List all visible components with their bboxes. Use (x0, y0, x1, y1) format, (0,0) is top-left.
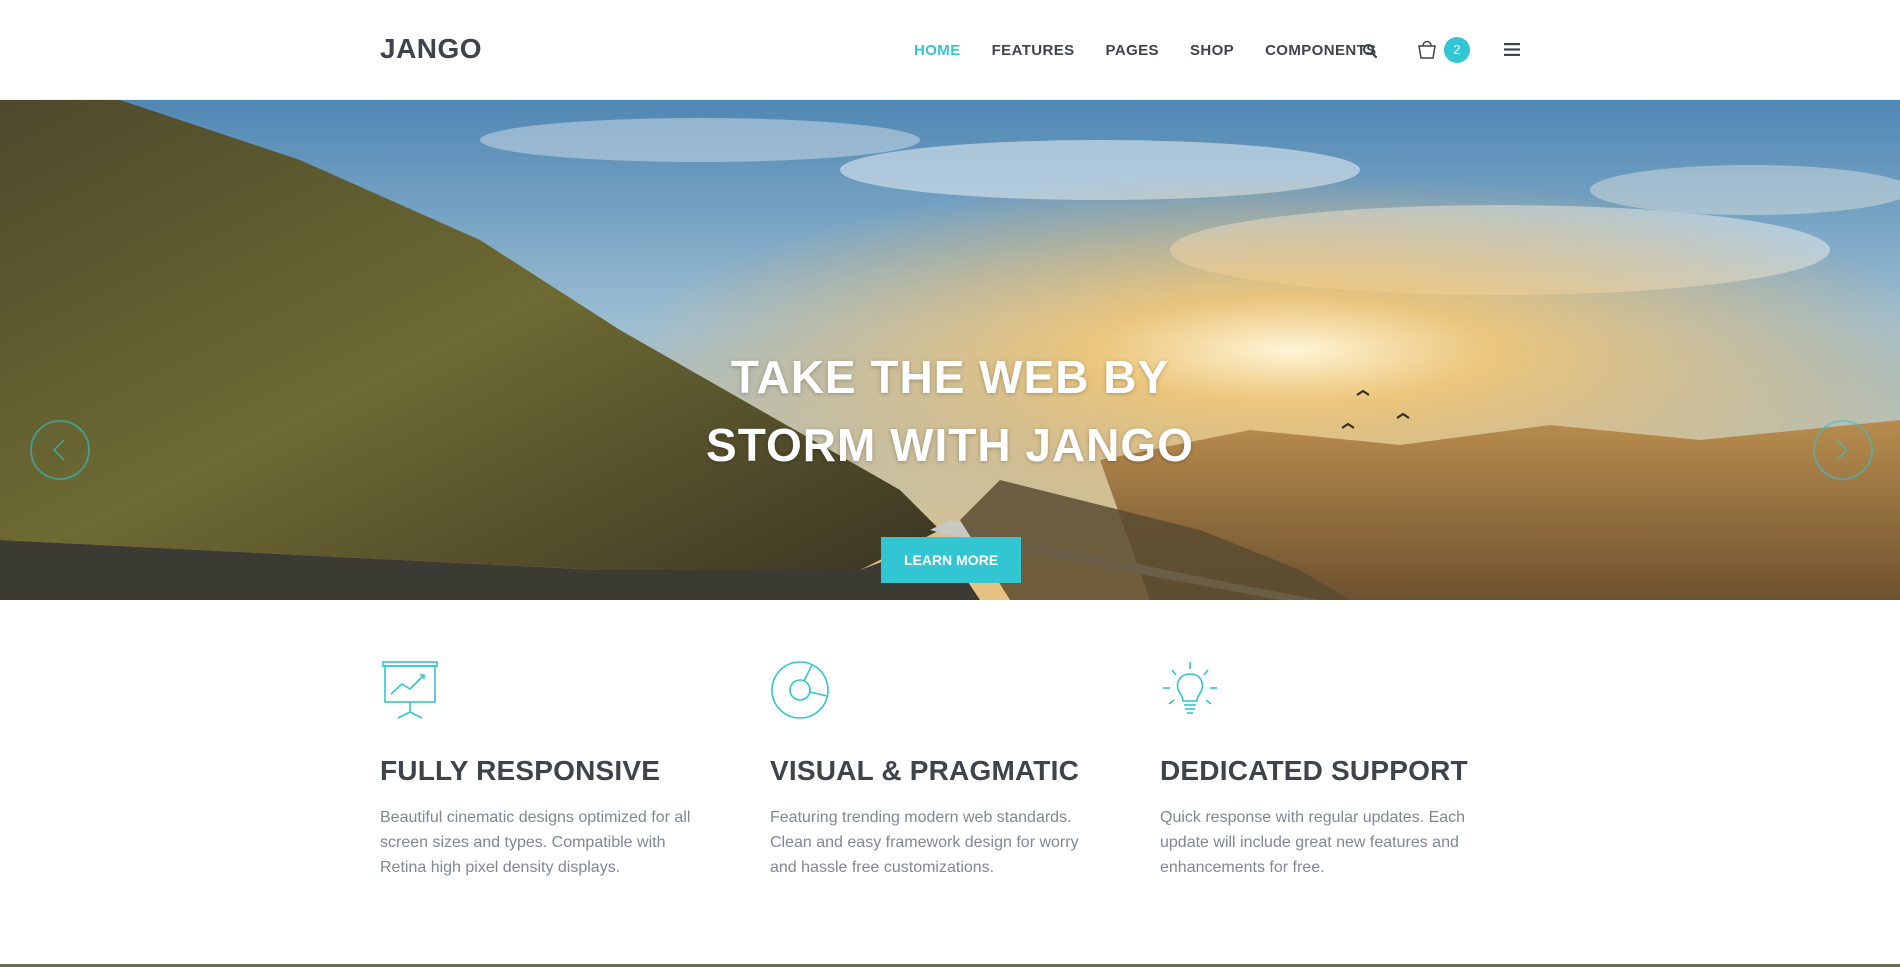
chevron-left-icon (52, 439, 65, 461)
hero-title-line-1: TAKE THE WEB BY (730, 351, 1170, 403)
nav-home[interactable]: HOME (914, 42, 961, 59)
search-icon[interactable] (1362, 43, 1378, 59)
hero-title-line-2: STORM WITH JANGO (706, 419, 1194, 471)
pie-chart-icon (771, 661, 829, 719)
cart-count-badge[interactable]: 2 (1444, 37, 1470, 63)
feature-fully-responsive: FULLY RESPONSIVE Beautiful cinematic des… (380, 660, 700, 880)
logo[interactable]: JANGO (380, 33, 482, 65)
feature-title: FULLY RESPONSIVE (380, 755, 661, 786)
feature-visual-pragmatic: VISUAL & PRAGMATIC Featuring trending mo… (770, 660, 1090, 880)
slider-next-button[interactable] (1813, 420, 1873, 480)
learn-more-button[interactable]: LEARN MORE (881, 537, 1021, 583)
hero-slider: TAKE THE WEB BY STORM WITH JANGO LEARN M… (0, 100, 1900, 600)
feature-title: DEDICATED SUPPORT (1160, 755, 1468, 786)
nav-pages[interactable]: PAGES (1106, 42, 1159, 59)
feature-title: VISUAL & PRAGMATIC (770, 755, 1080, 786)
lightbulb-icon (1163, 662, 1217, 714)
presentation-chart-icon (382, 661, 438, 719)
nav-components[interactable]: COMPONENTS (1265, 42, 1377, 59)
cart-icon[interactable] (1416, 38, 1438, 60)
chevron-right-icon (1836, 439, 1849, 461)
slider-prev-button[interactable] (30, 420, 90, 480)
feature-description: Quick response with regular updates. Eac… (1160, 809, 1466, 876)
hero-title: TAKE THE WEB BY STORM WITH JANGO (0, 343, 1900, 479)
nav-features[interactable]: FEATURES (992, 42, 1075, 59)
feature-description: Featuring trending modern web standards.… (770, 809, 1079, 876)
feature-description: Beautiful cinematic designs optimized fo… (380, 809, 691, 876)
main-nav: HOME FEATURES PAGES SHOP COMPONENTS (914, 42, 1408, 59)
site-header: JANGO HOME FEATURES PAGES SHOP COMPONENT… (0, 0, 1900, 100)
nav-shop[interactable]: SHOP (1190, 42, 1234, 59)
feature-dedicated-support: DEDICATED SUPPORT Quick response with re… (1160, 660, 1480, 880)
menu-icon[interactable] (1504, 43, 1520, 56)
